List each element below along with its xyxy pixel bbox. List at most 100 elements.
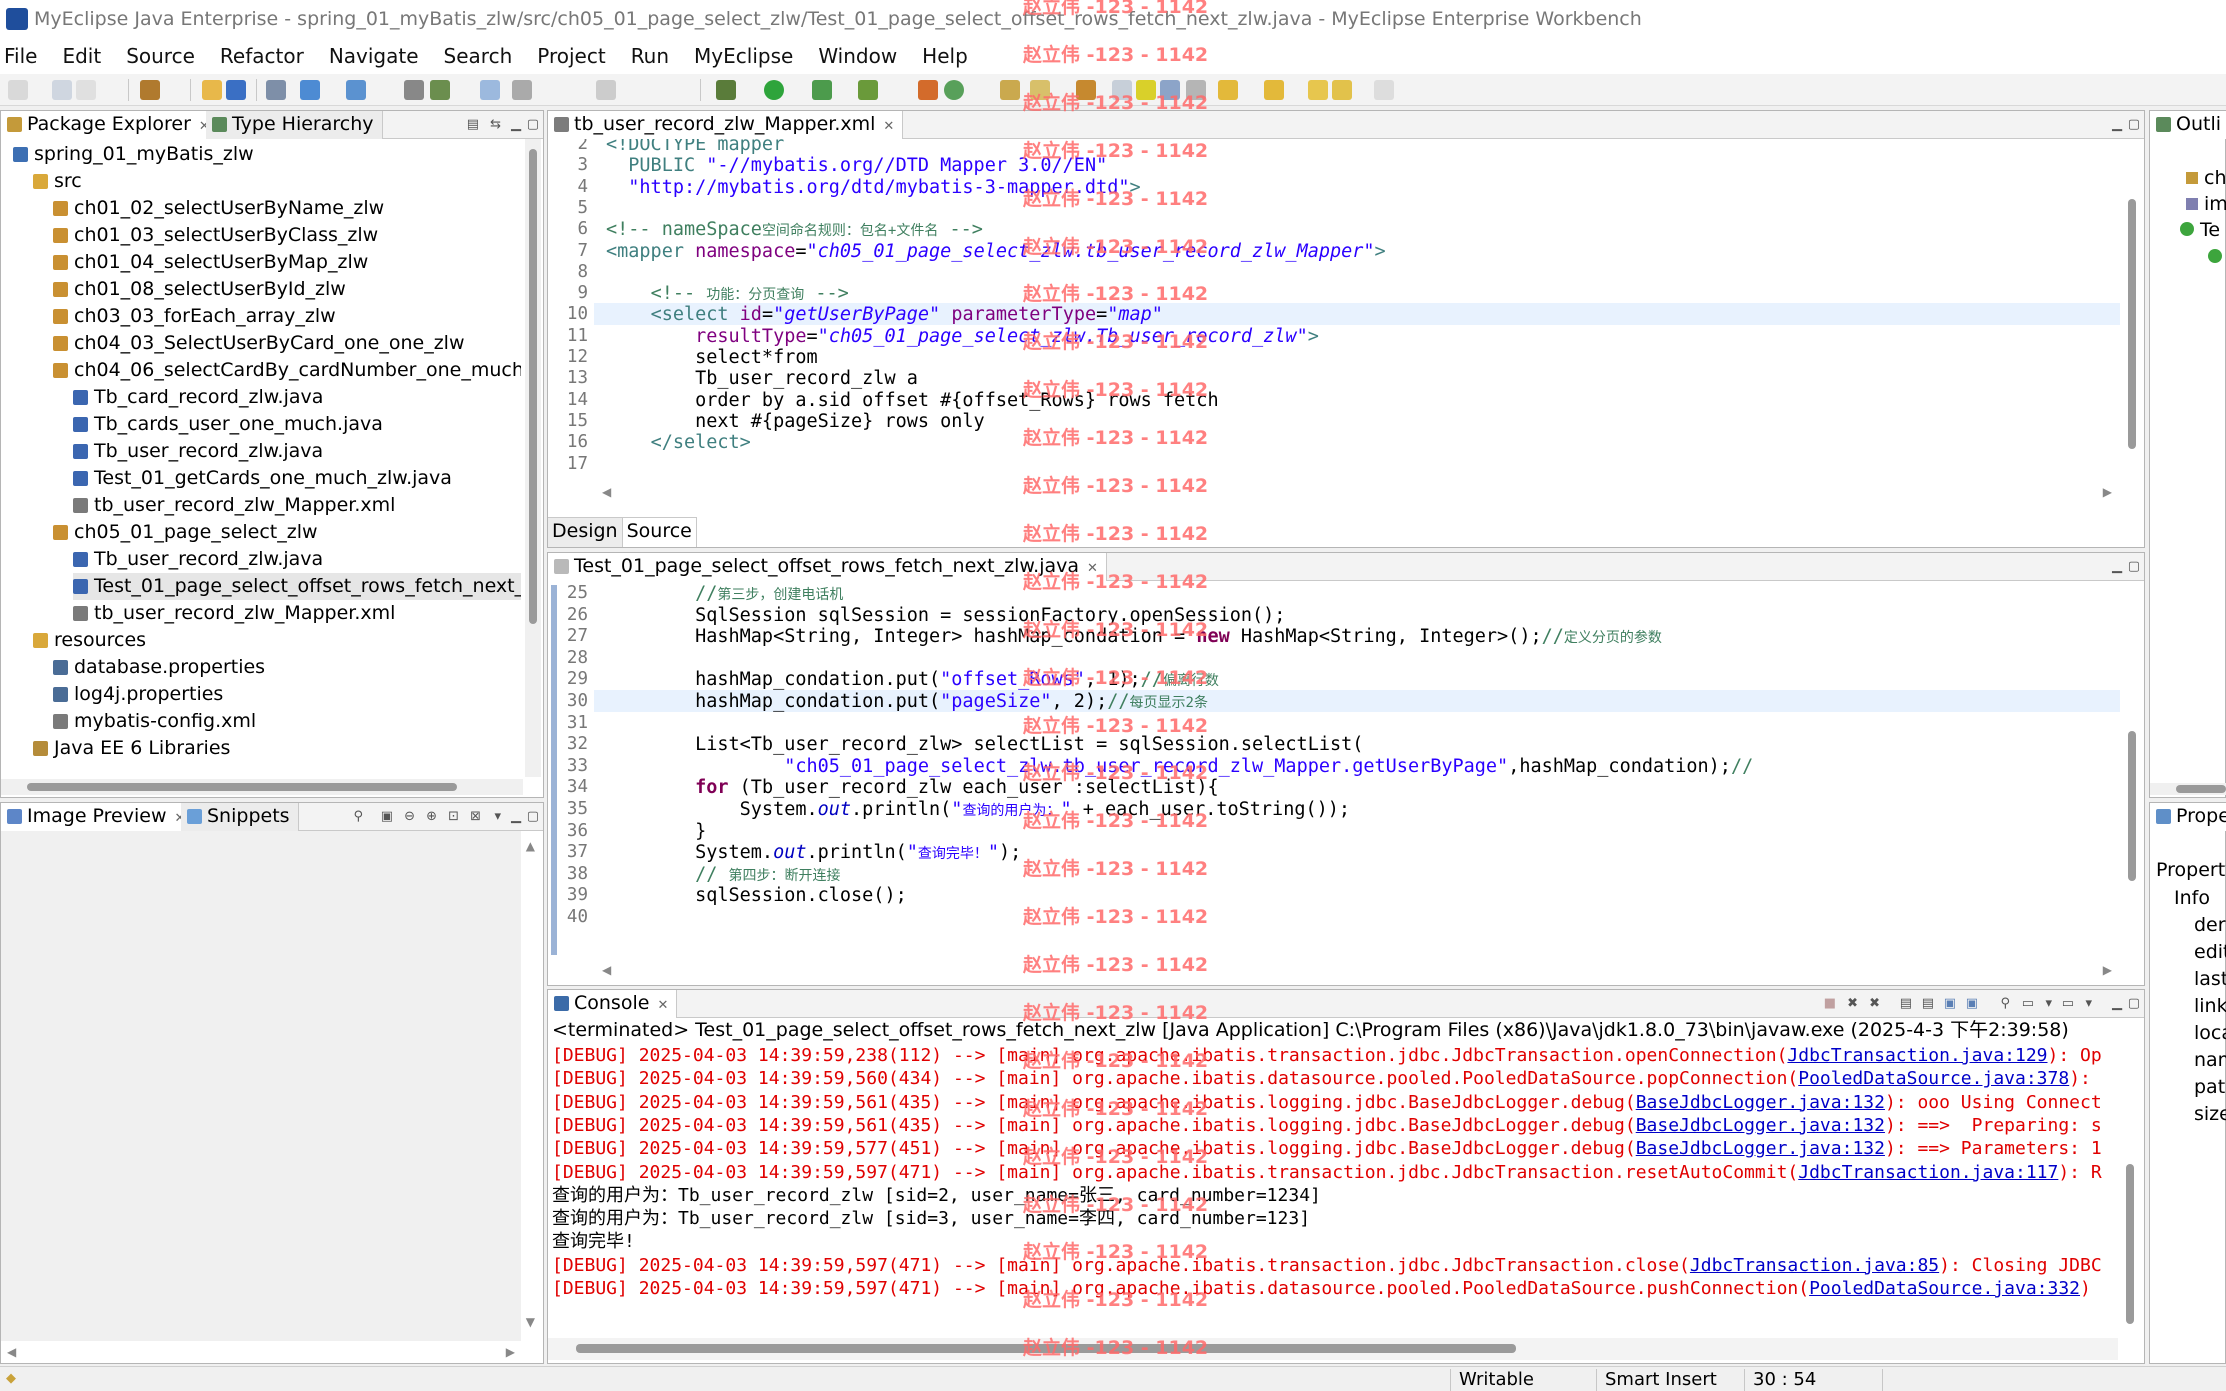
minimize-icon[interactable]: ▁ (2112, 996, 2122, 1011)
edit-icon[interactable] (1030, 80, 1050, 100)
tab-image-preview[interactable]: Image Preview ✕ (1, 803, 195, 831)
display-console-icon[interactable]: ▭ (2022, 996, 2034, 1011)
xml-editor-scrollbar[interactable] (2122, 139, 2142, 483)
stacktrace-link[interactable]: JdbcTransaction.java:129 (1787, 1045, 2047, 1066)
zoom-out-icon[interactable]: ⊖ (404, 809, 415, 824)
code-line[interactable]: hashMap_condation.put("offset_Rows", 1);… (606, 668, 1219, 691)
code-line[interactable]: //第三步，创建电话机 (606, 582, 843, 605)
menu-source[interactable]: Source (126, 44, 207, 68)
tree-item[interactable]: spring_01_myBatis_zlw (13, 141, 254, 168)
terminal-icon[interactable] (404, 80, 424, 100)
terminate-icon[interactable]: ■ (1824, 996, 1836, 1011)
console-line[interactable]: 查询的用户为：Tb_user_record_zlw [sid=2, user_n… (552, 1184, 2114, 1207)
code-line[interactable]: PUBLIC "-//mybatis.org//DTD Mapper 3.0//… (606, 154, 1107, 177)
package-explorer-hscrollbar[interactable] (1, 779, 523, 795)
method-icon[interactable] (2208, 249, 2222, 263)
scroll-left-icon[interactable]: ◀ (602, 963, 611, 977)
outline-item[interactable]: ch (2186, 167, 2226, 189)
menu-myeclipse[interactable]: MyEclipse (694, 44, 805, 68)
debug-icon[interactable] (716, 80, 736, 100)
tree-item[interactable]: Test_01_getCards_one_much_zlw.java (73, 465, 452, 492)
property-row[interactable]: edit (2194, 941, 2226, 963)
collapse-all-icon[interactable]: ▤ (467, 117, 479, 132)
close-icon[interactable]: ✕ (657, 998, 668, 1013)
scroll-up-icon[interactable]: ▲ (526, 839, 535, 853)
link-icon[interactable] (512, 80, 532, 100)
save-icon[interactable] (52, 80, 72, 100)
web-icon[interactable] (480, 80, 500, 100)
tab-console[interactable]: Console ✕ (548, 990, 678, 1018)
stacktrace-link[interactable]: BaseJdbcLogger.java:132 (1636, 1138, 1885, 1159)
scroll-right-icon[interactable]: ▶ (2103, 485, 2112, 499)
outline-item[interactable]: Te (2180, 219, 2220, 241)
menu-help[interactable]: Help (922, 44, 980, 68)
code-line[interactable]: hashMap_condation.put("pageSize", 2);//每… (606, 690, 1208, 713)
run-icon[interactable] (764, 80, 784, 100)
menu-project[interactable]: Project (537, 44, 617, 68)
code-line[interactable]: resultType="ch05_01_page_select_zlw.Tb_u… (606, 325, 1319, 348)
tree-item[interactable]: Tb_cards_user_one_much.java (73, 411, 383, 438)
forward-icon[interactable] (1374, 80, 1394, 100)
xml-hscrollbar[interactable]: ◀ ▶ (594, 483, 2120, 505)
console-scrollbar[interactable] (2120, 1044, 2140, 1334)
tree-item[interactable]: ch03_03_forEach_array_zlw (53, 303, 336, 330)
code-line[interactable]: System.out.println("查询的用户为：" + each_user… (606, 798, 1350, 821)
chevron-down-icon[interactable]: ▾ (2085, 996, 2092, 1011)
block-selection-icon[interactable] (1160, 80, 1180, 100)
code-line[interactable]: select*from (606, 346, 818, 369)
zoom-in-icon[interactable]: ⊕ (426, 809, 437, 824)
tab-properties[interactable]: Prope (2150, 803, 2226, 831)
tab-java-file[interactable]: Test_01_page_select_offset_rows_fetch_ne… (548, 553, 1107, 581)
menu-run[interactable]: Run (631, 44, 681, 68)
tree-item[interactable]: mybatis-config.xml (53, 708, 256, 735)
console-line[interactable]: [DEBUG] 2025-04-03 14:39:59,597(471) -->… (552, 1161, 2114, 1184)
tab-design[interactable]: Design (548, 518, 623, 547)
tree-item[interactable]: ch05_01_page_select_zlw (53, 519, 318, 546)
console-output[interactable]: [DEBUG] 2025-04-03 14:39:59,238(112) -->… (552, 1044, 2114, 1334)
tree-item[interactable]: src (33, 168, 82, 195)
stacktrace-link[interactable]: JdbcTransaction.java:117 (1798, 1162, 2058, 1183)
print-icon[interactable] (266, 80, 286, 100)
menu-navigate[interactable]: Navigate (329, 44, 431, 68)
window-icon[interactable] (596, 80, 616, 100)
console-line[interactable]: [DEBUG] 2025-04-03 14:39:59,577(451) -->… (552, 1137, 2114, 1160)
save-all-icon[interactable] (76, 80, 96, 100)
server-icon[interactable] (226, 80, 246, 100)
tree-item[interactable]: ch01_08_selectUserById_zlw (53, 276, 346, 303)
menu-edit[interactable]: Edit (62, 44, 113, 68)
tree-item[interactable]: ch04_03_SelectUserByCard_one_one_zlw (53, 330, 465, 357)
code-line[interactable]: "ch05_01_page_select_zlw.tb_user_record_… (606, 755, 1753, 778)
console-line[interactable]: [DEBUG] 2025-04-03 14:39:59,597(471) -->… (552, 1277, 2114, 1300)
code-line[interactable]: List<Tb_user_record_zlw> selectList = sq… (606, 733, 1363, 756)
tree-item[interactable]: Java EE 6 Libraries (33, 735, 230, 762)
new-icon[interactable] (8, 80, 28, 100)
code-line[interactable]: HashMap<String, Integer> hashMap_condati… (606, 625, 1662, 648)
console-line[interactable]: 查询的用户为：Tb_user_record_zlw [sid=3, user_n… (552, 1207, 2114, 1230)
console-line[interactable]: 查询完毕! (552, 1230, 2114, 1253)
close-icon[interactable]: ✕ (883, 119, 894, 134)
fit-icon[interactable]: ▣ (381, 809, 393, 824)
tree-item[interactable]: Tb_user_record_zlw.java (73, 438, 323, 465)
property-row[interactable]: path (2194, 1076, 2226, 1098)
view-menu-icon[interactable]: ▾ (494, 809, 501, 824)
chevron-down-icon[interactable]: ▾ (2045, 996, 2052, 1011)
open-type-icon[interactable] (140, 80, 160, 100)
tree-item[interactable]: ch01_03_selectUserByClass_zlw (53, 222, 378, 249)
code-line[interactable]: <!-- nameSpace空间命名规则：包名+文件名 --> (606, 218, 983, 241)
code-line[interactable]: // 第四步：断开连接 (606, 863, 840, 886)
property-row[interactable]: loca (2194, 1022, 2226, 1044)
code-line[interactable]: Tb_user_record_zlw a (606, 367, 918, 390)
tree-item[interactable]: ch01_02_selectUserByName_zlw (53, 195, 384, 222)
tree-item[interactable]: database.properties (53, 654, 265, 681)
code-line[interactable]: next #{pageSize} rows only (606, 410, 985, 433)
remove-all-icon[interactable]: ✖ (1869, 996, 1880, 1011)
fullscreen-icon[interactable]: ⊠ (470, 809, 481, 824)
maximize-icon[interactable]: ▢ (527, 117, 539, 132)
open-folder-icon[interactable] (1000, 80, 1020, 100)
tree-item[interactable]: ch04_06_selectCardBy_cardNumber_one_much… (53, 357, 521, 384)
code-line[interactable]: <mapper namespace="ch05_01_page_select_z… (606, 240, 1386, 263)
last-edit-icon[interactable] (1308, 80, 1328, 100)
console-line[interactable]: [DEBUG] 2025-04-03 14:39:59,597(471) -->… (552, 1254, 2114, 1277)
java-hscrollbar[interactable]: ◀ ▶ (594, 961, 2120, 983)
code-line[interactable]: } (606, 820, 706, 843)
